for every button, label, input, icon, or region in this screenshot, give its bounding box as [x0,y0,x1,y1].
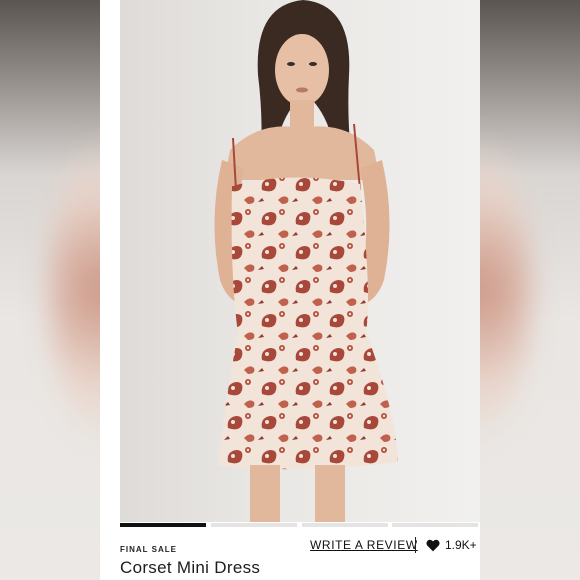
product-title: Corset Mini Dress [120,558,261,577]
gallery-indicator-3[interactable] [302,523,388,527]
gallery-indicator-1[interactable] [120,523,206,527]
blurred-backdrop-right [480,0,580,580]
gallery-indicator-4[interactable] [392,523,478,527]
write-review-link[interactable]: WRITE A REVIEW [310,538,418,552]
heart-icon [426,539,440,551]
like-button[interactable]: 1.9K+ [426,535,477,555]
gallery-progress [120,523,478,527]
divider [415,537,416,553]
likes-count: 1.9K+ [445,538,477,552]
gallery-indicator-2[interactable] [211,523,297,527]
final-sale-badge: FINAL SALE [120,545,177,554]
product-card: FINAL SALE Corset Mini Dress WRITE A REV… [100,0,480,580]
blurred-backdrop-left [0,0,100,580]
product-photo[interactable] [120,0,480,522]
